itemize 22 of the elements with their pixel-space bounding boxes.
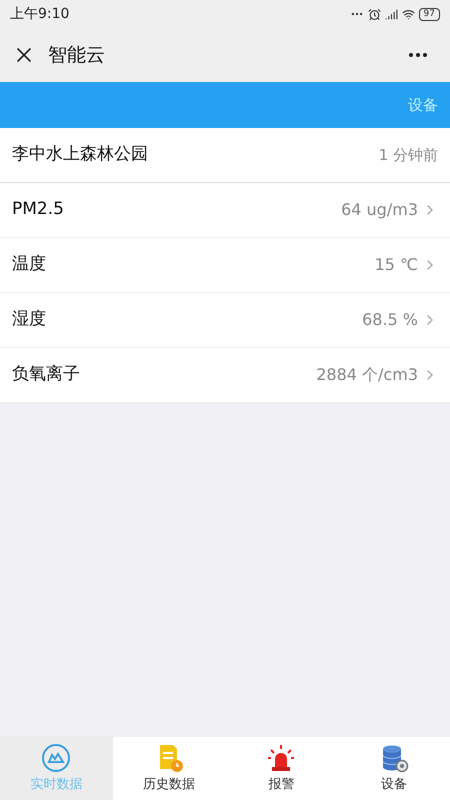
signal-icon	[384, 8, 398, 20]
site-name: 李中水上森林公园	[12, 143, 148, 166]
siren-icon	[266, 742, 296, 773]
status-time: 上午9:10	[10, 4, 70, 24]
reading-row[interactable]: 湿度 68.5 %	[0, 293, 450, 348]
reading-label: 负氧离子	[12, 363, 80, 386]
reading-row[interactable]: 温度 15 ℃	[0, 238, 450, 293]
reading-label: 温度	[12, 253, 46, 276]
reading-value: 68.5 %	[362, 309, 418, 331]
reading-value: 64 ug/m3	[341, 199, 418, 221]
reading-label: PM2.5	[12, 198, 64, 222]
chart-circle-icon	[41, 742, 72, 773]
reading-row[interactable]: PM2.5 64 ug/m3	[0, 183, 450, 238]
update-time: 1 分钟前	[378, 144, 438, 166]
alarm-clock-icon	[368, 8, 381, 20]
wifi-icon	[402, 8, 415, 20]
reading-label: 湿度	[12, 308, 46, 332]
window-title: 智能云	[48, 42, 105, 68]
reading-value: 2884 个/cm3	[316, 364, 418, 386]
reading-value: 15 ℃	[374, 254, 418, 276]
battery-level: 97	[418, 8, 440, 20]
reading-row[interactable]: 负氧离子 2884 个/cm3	[0, 348, 450, 403]
